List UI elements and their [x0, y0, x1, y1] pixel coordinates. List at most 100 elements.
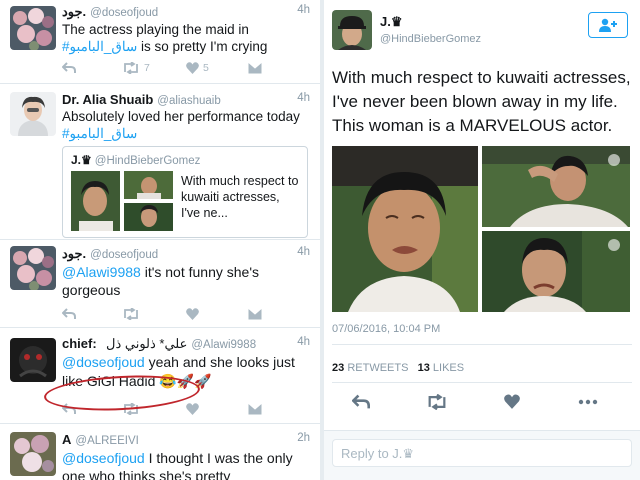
dm-button[interactable]	[248, 60, 262, 76]
reply-icon	[351, 394, 370, 409]
avatar[interactable]	[10, 6, 56, 50]
divider	[332, 382, 632, 383]
mention-link[interactable]: @doseofjoud	[62, 450, 145, 466]
quoted-tweet-text: With much respect to kuwaiti actresses, …	[181, 174, 299, 220]
avatar[interactable]	[10, 432, 56, 476]
avatar[interactable]	[10, 92, 56, 136]
tweet-card-5[interactable]: A @ALREEIVI 2h @doseofjoud I thought I wa…	[0, 424, 320, 480]
author-handle[interactable]: @Alawi9988	[191, 339, 256, 351]
quoted-tweet-header: J.♛ @HindBieberGomez	[71, 153, 200, 167]
dm-button[interactable]	[248, 306, 262, 322]
author-handle[interactable]: @doseofjoud	[90, 7, 158, 19]
follow-button[interactable]	[588, 12, 628, 38]
avatar[interactable]	[10, 246, 56, 290]
like-button[interactable]	[186, 306, 199, 322]
tweet-stats: 23 RETWEETS 13 LIKES	[332, 362, 464, 374]
tweet-header: J.♛ @HindBieberGomez	[380, 14, 481, 45]
like-button[interactable]	[504, 394, 520, 414]
retweet-button[interactable]: 7	[122, 60, 150, 76]
retweet-count: 7	[144, 62, 150, 74]
likes-stat[interactable]: 13 LIKES	[418, 362, 465, 374]
reply-button[interactable]	[351, 394, 370, 415]
tweet-time[interactable]: 4h	[297, 246, 310, 258]
follow-icon	[599, 18, 617, 32]
more-icon	[578, 399, 598, 405]
author-name[interactable]: Dr. Alia Shuaib	[62, 92, 153, 107]
tweet-card-3[interactable]: جود. @doseofjoud 4h @Alawi9988 it's not f…	[0, 240, 320, 328]
reply-button[interactable]	[62, 60, 76, 76]
like-button[interactable]	[186, 401, 199, 417]
tweet-header: جود. @doseofjoud 4h	[62, 4, 310, 20]
dm-icon	[248, 308, 262, 320]
dm-icon	[248, 403, 262, 415]
author-name[interactable]: جود.	[62, 4, 86, 19]
author-name[interactable]: A	[62, 432, 71, 447]
author-name[interactable]: J.♛	[380, 14, 481, 30]
tweet-text: Absolutely loved her performance today #…	[62, 108, 310, 142]
dm-icon	[248, 62, 262, 74]
like-button[interactable]: 5	[186, 60, 209, 76]
retweets-count: 23	[332, 362, 345, 374]
tweet-actions: 7 5	[62, 60, 300, 76]
reply-timeline[interactable]: جود. @doseofjoud 4h The actress playing t…	[0, 0, 320, 480]
quoted-author-handle: @HindBieberGomez	[94, 155, 201, 167]
avatar[interactable]	[10, 338, 56, 382]
more-button[interactable]	[578, 394, 598, 415]
tweet-text: With much respect to kuwaiti actresses, …	[332, 68, 631, 135]
retweet-icon	[428, 393, 446, 411]
tweet-detail: J.♛ @HindBieberGomez With much respect t…	[324, 0, 640, 480]
author-name[interactable]: جود.	[62, 246, 86, 261]
author-name[interactable]: chief:	[62, 336, 97, 351]
tweet-card-2[interactable]: Dr. Alia Shuaib @aliashuaib 4h Absolutely…	[0, 84, 320, 240]
author-handle[interactable]: @HindBieberGomez	[380, 33, 481, 45]
retweet-button[interactable]	[426, 393, 448, 415]
quoted-tweet[interactable]: J.♛ @HindBieberGomez With much respect t…	[62, 146, 308, 238]
retweets-stat[interactable]: 23 RETWEETS	[332, 362, 408, 374]
tweet-card-1[interactable]: جود. @doseofjoud 4h The actress playing t…	[0, 0, 320, 84]
mention-link[interactable]: @doseofjoud	[62, 354, 145, 370]
tweet-actions	[351, 393, 616, 415]
quoted-tweet-images	[71, 171, 173, 231]
reply-icon	[62, 62, 76, 73]
tweet-date[interactable]: 07/06/2016, 10:04 PM	[332, 323, 440, 335]
tweet-header: جود. @doseofjoud 4h	[62, 246, 310, 262]
likes-label: LIKES	[432, 362, 465, 374]
tweet-time[interactable]: 4h	[297, 92, 310, 104]
like-icon	[186, 403, 199, 415]
author-handle[interactable]: @doseofjoud	[90, 249, 158, 261]
quoted-author-name: J.♛	[71, 153, 92, 167]
tweet-text: @Alawi9988 it's not funny she's gorgeous	[62, 263, 310, 299]
likes-count: 13	[417, 362, 430, 374]
tweet-media[interactable]	[332, 146, 630, 312]
app-root: جود. @doseofjoud 4h The actress playing t…	[0, 0, 640, 480]
author-handle[interactable]: @aliashuaib	[157, 95, 220, 107]
like-icon	[186, 62, 199, 74]
tweet-time[interactable]: 2h	[297, 432, 310, 444]
divider	[332, 344, 632, 345]
like-count: 5	[203, 62, 209, 74]
dm-button[interactable]	[248, 401, 262, 417]
tweet-text: @doseofjoud I thought I was the only one…	[62, 449, 310, 480]
hashtag-link[interactable]: #ساق_البامبو	[62, 126, 137, 141]
reply-button[interactable]	[62, 306, 76, 322]
avatar[interactable]	[332, 10, 372, 50]
reply-icon	[62, 308, 76, 319]
tweet-time[interactable]: 4h	[297, 4, 310, 16]
author-name-secondary[interactable]: علي* ذلوني ذل	[106, 336, 187, 351]
mention-link[interactable]: @Alawi9988	[62, 264, 141, 280]
retweet-icon	[124, 62, 138, 74]
tweet-text-line: The actress playing the maid in	[62, 22, 249, 37]
author-handle[interactable]: @ALREEIVI	[75, 435, 138, 447]
tweet-header: A @ALREEIVI 2h	[62, 432, 310, 448]
retweet-button[interactable]	[122, 306, 140, 322]
like-icon	[186, 308, 199, 320]
tweet-text-rest: is so pretty I'm crying	[137, 39, 268, 54]
tweet-time[interactable]: 4h	[297, 336, 310, 348]
tweet-actions	[62, 306, 300, 322]
reply-input[interactable]: Reply to J.♛	[332, 439, 632, 467]
tweet-header: chief: علي* ذلوني ذل @Alawi9988 4h	[62, 336, 310, 352]
hashtag-link[interactable]: #ساق_البامبو	[62, 39, 137, 54]
reply-bar: Reply to J.♛	[324, 430, 640, 480]
like-icon	[504, 394, 520, 409]
tweet-text: The actress playing the maid in #ساق_الب…	[62, 21, 310, 55]
